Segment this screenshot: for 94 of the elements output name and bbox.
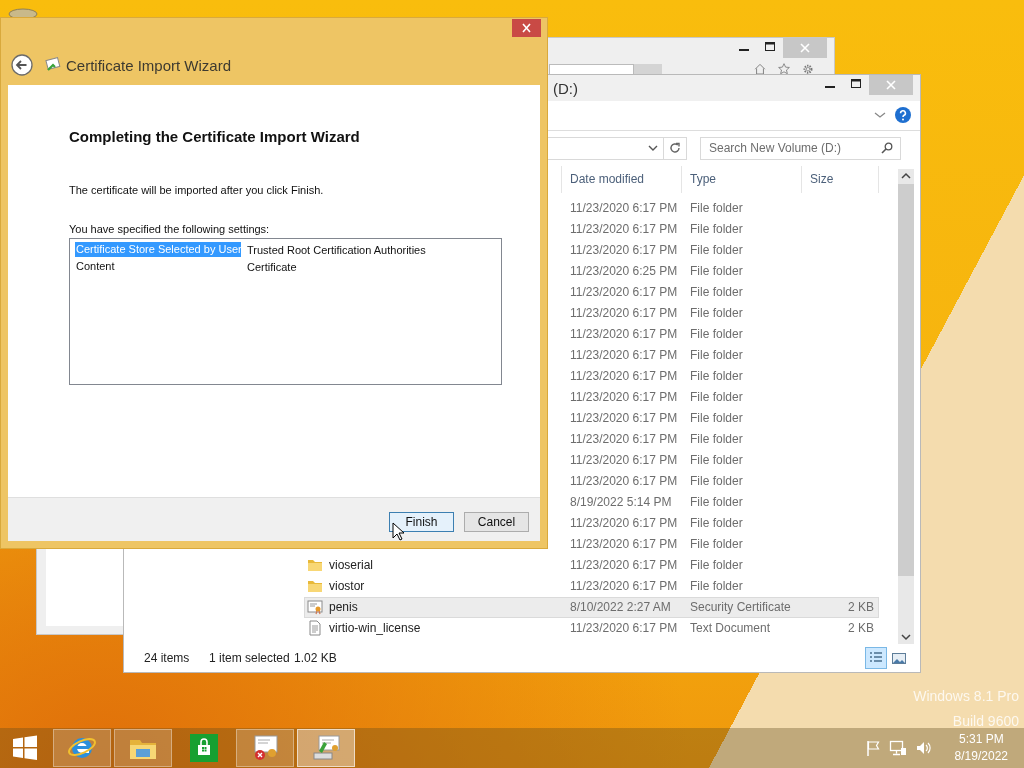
date-cell: 11/23/2020 6:17 PM	[570, 243, 678, 258]
setting-name[interactable]: Content	[75, 259, 241, 274]
taskbar-button[interactable]	[236, 729, 294, 767]
window-title: (D:)	[553, 80, 578, 97]
file-name[interactable]: viostor	[329, 579, 365, 594]
windows-logo-icon[interactable]	[12, 735, 38, 761]
type-cell: File folder	[690, 579, 743, 594]
type-cell: File folder	[690, 201, 743, 216]
date-cell: 11/23/2020 6:17 PM	[570, 285, 678, 300]
edition-text: Windows 8.1 Pro	[913, 687, 1019, 706]
type-cell: File folder	[690, 327, 743, 342]
folder-icon	[307, 578, 323, 595]
type-cell: File folder	[690, 537, 743, 552]
item-count: 24 items	[144, 651, 191, 666]
type-cell: Text Document	[690, 621, 771, 636]
date-cell: 11/23/2020 6:17 PM	[570, 558, 678, 573]
size-cell: 2 KB	[848, 621, 874, 636]
date-cell: 11/23/2020 6:17 PM	[570, 327, 678, 342]
certificate-import-icon	[311, 733, 341, 763]
date-cell: 11/23/2020 6:17 PM	[570, 201, 678, 216]
date-cell: 11/23/2020 6:17 PM	[570, 516, 678, 531]
network-icon[interactable]	[888, 740, 907, 756]
date-cell: 11/23/2020 6:17 PM	[570, 432, 678, 447]
setting-value: Trusted Root Certification Authorities	[246, 243, 426, 256]
dialog-button[interactable]: Cancel	[464, 512, 529, 532]
date-cell: 11/23/2020 6:17 PM	[570, 537, 678, 552]
date-cell: 11/23/2020 6:17 PM	[570, 411, 678, 426]
details-view-icon[interactable]	[865, 647, 887, 670]
selection-size: 1.02 KB	[294, 651, 338, 666]
selection-count: 1 item selected	[209, 651, 291, 666]
date-cell: 11/23/2020 6:17 PM	[570, 369, 678, 384]
date-cell: 11/23/2020 6:17 PM	[570, 390, 678, 405]
type-cell: File folder	[690, 348, 743, 363]
file-row[interactable]: penis 8/10/2022 2:27 AM Security Certificate 2 KB	[304, 596, 879, 618]
setting-value: Certificate	[246, 260, 297, 273]
wizard-message: The certificate will be imported after you click Finish.	[69, 183, 325, 197]
type-cell: File folder	[690, 495, 743, 510]
star-icon	[776, 63, 792, 74]
refresh-icon	[669, 142, 681, 155]
type-cell: File folder	[690, 558, 743, 573]
date-cell: 11/23/2020 6:17 PM	[570, 474, 678, 489]
refresh-button[interactable]	[664, 136, 687, 160]
date-cell: 11/23/2020 6:17 PM	[570, 348, 678, 363]
type-cell: File folder	[690, 369, 743, 384]
date-cell: 11/23/2020 6:17 PM	[570, 579, 678, 594]
close-icon[interactable]	[512, 19, 541, 37]
date-cell: 8/19/2022 5:14 PM	[570, 495, 672, 510]
certificate-icon	[307, 599, 323, 616]
date-cell: 11/23/2020 6:17 PM	[570, 453, 678, 468]
edition-text: Build 9600	[951, 712, 1019, 731]
taskbar-button[interactable]	[53, 729, 111, 767]
search-field[interactable]: Search New Volume (D:)	[700, 136, 901, 160]
store-icon	[189, 733, 219, 763]
date-cell: 8/10/2022 2:27 AM	[570, 600, 671, 615]
type-cell: File folder	[690, 516, 743, 531]
column-header[interactable]: Type	[681, 165, 801, 193]
file-name[interactable]: vioserial	[329, 558, 373, 573]
type-cell: File folder	[690, 264, 743, 279]
settings-label: You have specified the following settings:	[69, 222, 271, 236]
column-header[interactable]: Size	[801, 165, 879, 193]
type-cell: File folder	[690, 453, 743, 468]
taskbar-button[interactable]	[297, 729, 355, 767]
certificate-wizard-icon	[45, 57, 61, 73]
type-cell: File folder	[690, 222, 743, 237]
date-cell: 11/23/2020 6:25 PM	[570, 264, 678, 279]
folder-icon	[307, 557, 323, 574]
date-cell: 11/23/2020 6:17 PM	[570, 222, 678, 237]
taskbar-button[interactable]	[114, 729, 172, 767]
dialog-button[interactable]: Finish	[389, 512, 454, 532]
help-icon[interactable]	[895, 107, 911, 124]
type-cell: File folder	[690, 411, 743, 426]
wizard-heading: Completing the Certificate Import Wizard	[69, 127, 361, 147]
type-cell: Security Certificate	[690, 600, 791, 615]
type-cell: File folder	[690, 285, 743, 300]
column-header[interactable]: Date modified	[561, 165, 681, 193]
dropdown-icon	[648, 144, 658, 153]
date-cell: 11/23/2020 6:17 PM	[570, 306, 678, 321]
type-cell: File folder	[690, 432, 743, 447]
type-cell: File folder	[690, 306, 743, 321]
search-icon	[881, 142, 893, 155]
window-title: Certificate Import Wizard	[66, 56, 232, 74]
flag-icon[interactable]	[864, 740, 881, 756]
mouse-pointer-icon	[392, 522, 404, 541]
type-cell: File folder	[690, 243, 743, 258]
date-cell: 11/23/2020 6:17 PM	[570, 621, 678, 636]
home-icon	[752, 63, 768, 74]
file-name[interactable]: penis	[329, 600, 358, 615]
size-cell: 2 KB	[848, 600, 874, 615]
file-name[interactable]: virtio-win_license	[329, 621, 421, 636]
type-cell: File folder	[690, 474, 743, 489]
type-cell: File folder	[690, 390, 743, 405]
scrollbar-thumb[interactable]	[898, 183, 914, 576]
volume-icon[interactable]	[914, 740, 933, 756]
text-file-icon	[307, 620, 323, 637]
